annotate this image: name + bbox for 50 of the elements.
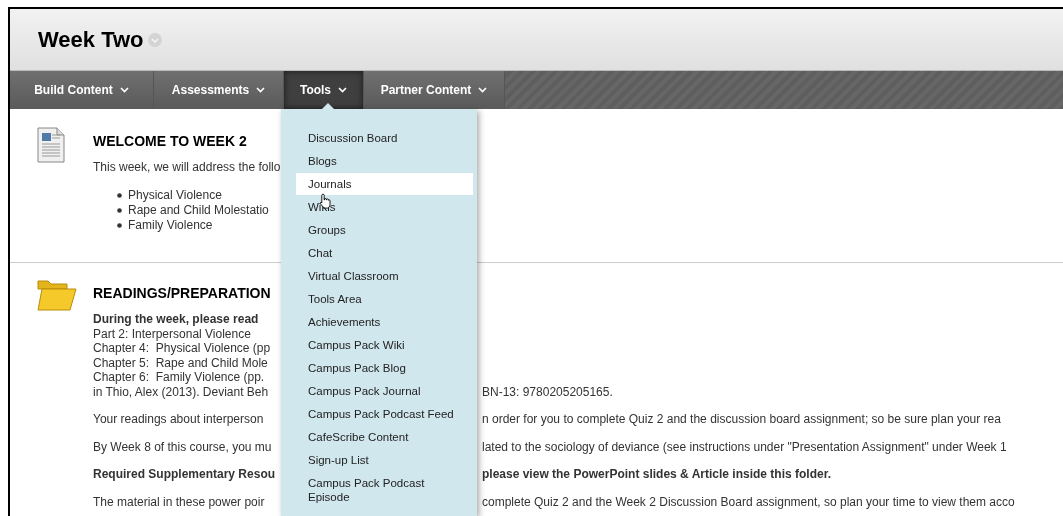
nav-tab[interactable]: Partner Content xyxy=(364,71,505,109)
page-title: Week Two xyxy=(38,26,144,54)
menu-item[interactable]: CafeScribe Content xyxy=(296,426,473,448)
body-text: please view the PowerPoint slides & Article inside this folder. xyxy=(482,467,831,482)
body-text: lated to the sociology of deviance (see instructions under "Presentation Assignment" under Week 1 xyxy=(482,439,1007,454)
body-text: Your readings about interperson xyxy=(93,412,265,427)
body-text: n order for you to complete Quiz 2 and the discussion board assignment; so be sure plan your rea xyxy=(482,412,1001,427)
menu-item[interactable]: Discussion Board xyxy=(296,127,473,149)
body-text: Part 2: Interpersonal Violence xyxy=(93,326,252,341)
list-item-text: Rape and Child Molestatio xyxy=(128,202,269,218)
menu-item[interactable]: Virtual Classroom xyxy=(296,265,473,287)
body-text: This week, we will address the follo xyxy=(93,160,281,175)
body-text: Chapter 4: Physical Violence (pp xyxy=(93,341,272,356)
section-title[interactable]: READINGS/PREPARATION xyxy=(93,283,271,304)
menu-item[interactable]: Campus Pack Podcast Episode xyxy=(296,472,473,508)
chevron-down-icon xyxy=(119,87,129,93)
nav-tab[interactable]: Assessments xyxy=(154,71,284,109)
body-text: Chapter 6: Family Violence (pp. xyxy=(93,370,266,385)
nav-tab[interactable]: Build Content xyxy=(10,71,154,109)
menu-item[interactable]: Campus Pack Blog xyxy=(296,357,473,379)
menu-item[interactable]: Campus Pack Wiki xyxy=(296,334,473,356)
body-text: in Thio, Alex (2013). Deviant Beh xyxy=(93,384,270,399)
bullet-icon xyxy=(117,192,122,198)
chevron-down-icon xyxy=(338,87,348,93)
body-text: Required Supplementary Resou xyxy=(93,467,277,482)
list-item-text: Physical Violence xyxy=(128,187,222,203)
menu-item[interactable]: Blogs xyxy=(296,150,473,172)
body-text: BN-13: 9780205205165. xyxy=(482,384,613,399)
menu-item[interactable]: Campus Pack Journal xyxy=(296,380,473,402)
body-text: During the week, please read xyxy=(93,312,260,327)
menu-item[interactable]: Tools Area xyxy=(296,288,473,310)
nav-tab[interactable]: Tools xyxy=(284,71,364,109)
menu-item[interactable]: Chat xyxy=(296,242,473,264)
body-text: Chapter 5: Rape and Child Mole xyxy=(93,355,269,370)
menu-item[interactable]: Journals xyxy=(296,173,473,195)
menu-item[interactable]: Achievements xyxy=(296,311,473,333)
menu-item[interactable]: Groups xyxy=(296,219,473,241)
bullet-icon xyxy=(117,222,122,228)
body-text: complete Quiz 2 and the Week 2 Discussion Board assignment, so plan your time to view them acco xyxy=(482,494,1015,509)
menu-item[interactable]: Sign-up List xyxy=(296,449,473,471)
document-icon[interactable] xyxy=(37,127,65,163)
menu-item[interactable]: Campus Pack Podcast Feed xyxy=(296,403,473,425)
bullet-icon xyxy=(117,207,122,213)
chevron-down-icon xyxy=(256,87,266,93)
folder-icon[interactable] xyxy=(37,279,77,311)
body-text: By Week 8 of this course, you mu xyxy=(93,439,273,454)
list-item-text: Family Violence xyxy=(128,217,213,233)
body-text: The material in these power poir xyxy=(93,494,266,509)
chevron-down-icon xyxy=(478,87,488,93)
section-title[interactable]: WELCOME TO WEEK 2 xyxy=(93,131,247,152)
